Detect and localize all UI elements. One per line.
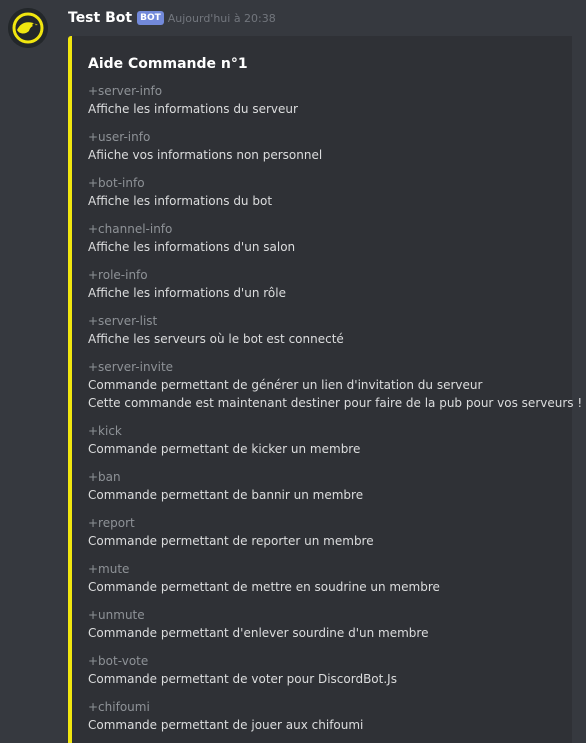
message-header: Test Bot BOT Aujourd'hui à 20:38 bbox=[68, 8, 276, 28]
field-name: +ban bbox=[88, 470, 121, 484]
field-name: +bot-info bbox=[88, 176, 145, 190]
embed-field: +bot-info Affiche les informations du bo… bbox=[88, 174, 562, 220]
message-timestamp: Aujourd'hui à 20:38 bbox=[167, 11, 276, 25]
embed-field: +server-invite Commande permettant de gé… bbox=[88, 358, 583, 422]
field-value: Commande permettant de voter pour Discor… bbox=[88, 672, 397, 686]
field-name: +kick bbox=[88, 424, 122, 438]
embed-field: +role-info Affiche les informations d'un… bbox=[88, 266, 562, 312]
field-value: Affiche les serveurs où le bot est conne… bbox=[88, 332, 344, 346]
embed-field: +server-info Affiche les informations du… bbox=[88, 82, 562, 128]
field-name: +server-list bbox=[88, 314, 158, 328]
embed-field: +ban Commande permettant de bannir un me… bbox=[88, 468, 562, 514]
username[interactable]: Test Bot bbox=[68, 10, 132, 26]
embed-field: +unmute Commande permettant d'enlever so… bbox=[88, 606, 562, 652]
chat-message: Test Bot BOT Aujourd'hui à 20:38 Aide Co… bbox=[0, 0, 586, 743]
help-embed: Aide Commande n°1 +server-info Affiche l… bbox=[68, 36, 583, 743]
field-value: Commande permettant d'enlever sourdine d… bbox=[88, 626, 429, 640]
embed-field: +report Commande permettant de reporter … bbox=[88, 514, 562, 560]
embed-field: +channel-info Affiche les informations d… bbox=[88, 220, 562, 266]
bot-avatar-icon[interactable] bbox=[8, 8, 48, 48]
embed-field: +user-info Afiiche vos informations non … bbox=[88, 128, 562, 174]
field-name: +chifoumi bbox=[88, 700, 150, 714]
field-name: +report bbox=[88, 516, 135, 530]
field-value: Affiche les informations d'un salon bbox=[88, 240, 296, 254]
field-value: Commande permettant de mettre en soudrin… bbox=[88, 580, 440, 594]
field-value: Affiche les informations du serveur bbox=[88, 102, 298, 116]
field-value: Commande permettant de kicker un membre bbox=[88, 442, 361, 456]
field-value: Affiche les informations du bot bbox=[88, 194, 273, 208]
field-value: Commande permettant de reporter un membr… bbox=[88, 534, 374, 548]
field-value: Affiche les informations d'un rôle bbox=[88, 286, 286, 300]
field-name: +channel-info bbox=[88, 222, 173, 236]
embed-field: +mute Commande permettant de mettre en s… bbox=[88, 560, 562, 606]
field-value: Commande permettant de générer un lien d… bbox=[88, 378, 483, 392]
bot-tag-badge: BOT bbox=[137, 11, 164, 25]
field-name: +mute bbox=[88, 562, 130, 576]
field-name: +role-info bbox=[88, 268, 148, 282]
field-value: Cette commande est maintenant destiner p… bbox=[88, 396, 583, 410]
embed-title: Aide Commande n°1 bbox=[88, 56, 248, 72]
field-name: +server-invite bbox=[88, 360, 174, 374]
field-name: +bot-vote bbox=[88, 654, 149, 668]
embed-field: +chifoumi Commande permettant de jouer a… bbox=[88, 698, 562, 743]
field-value: Commande permettant de bannir un membre bbox=[88, 488, 364, 502]
field-name: +server-info bbox=[88, 84, 163, 98]
embed-field: +kick Commande permettant de kicker un m… bbox=[88, 422, 562, 468]
embed-field: +server-list Affiche les serveurs où le … bbox=[88, 312, 562, 358]
field-name: +user-info bbox=[88, 130, 151, 144]
field-name: +unmute bbox=[88, 608, 145, 622]
field-value: Afiiche vos informations non personnel bbox=[88, 148, 323, 162]
field-value: Commande permettant de jouer aux chifoum… bbox=[88, 718, 364, 732]
embed-field: +bot-vote Commande permettant de voter p… bbox=[88, 652, 562, 698]
